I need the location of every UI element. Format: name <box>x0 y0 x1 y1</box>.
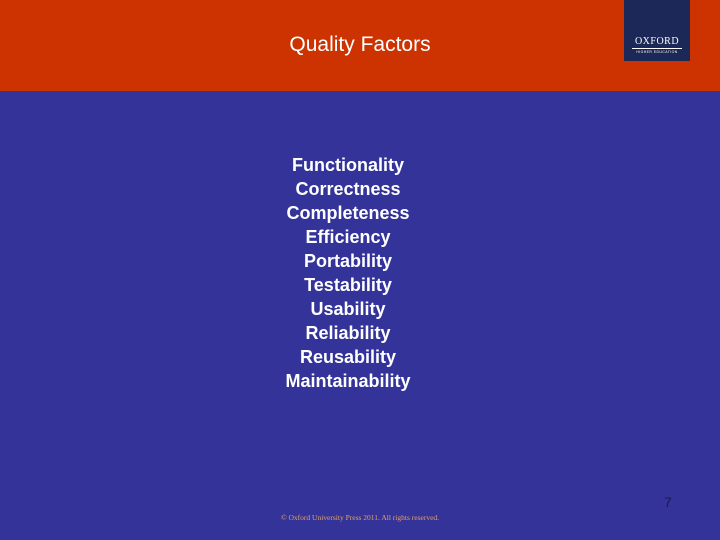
logo-name: OXFORD <box>634 36 680 47</box>
list-item: Functionality <box>292 155 404 175</box>
list-item: Reliability <box>305 323 391 343</box>
copyright-footer: © Oxford University Press 2011. All righ… <box>280 513 440 522</box>
list-item: Testability <box>304 275 392 295</box>
page-number: 7 <box>664 494 672 510</box>
quality-factors-list: Functionality Correctness Completeness E… <box>0 153 696 393</box>
oxford-logo: OXFORD HIGHER EDUCATION <box>624 0 690 61</box>
list-item: Correctness <box>295 179 401 199</box>
list-item: Usability <box>310 299 386 319</box>
list-item: Reusability <box>299 347 397 367</box>
slide-title: Quality Factors <box>289 33 431 56</box>
logo-subtitle: HIGHER EDUCATION <box>636 50 678 54</box>
list-item: Portability <box>303 251 392 271</box>
header-bar: Quality Factors OXFORD HIGHER EDUCATION <box>0 0 720 91</box>
list-item: Efficiency <box>305 227 391 247</box>
logo-divider <box>632 48 682 49</box>
list-item: Completeness <box>286 203 410 223</box>
list-item: Maintainability <box>285 371 411 391</box>
